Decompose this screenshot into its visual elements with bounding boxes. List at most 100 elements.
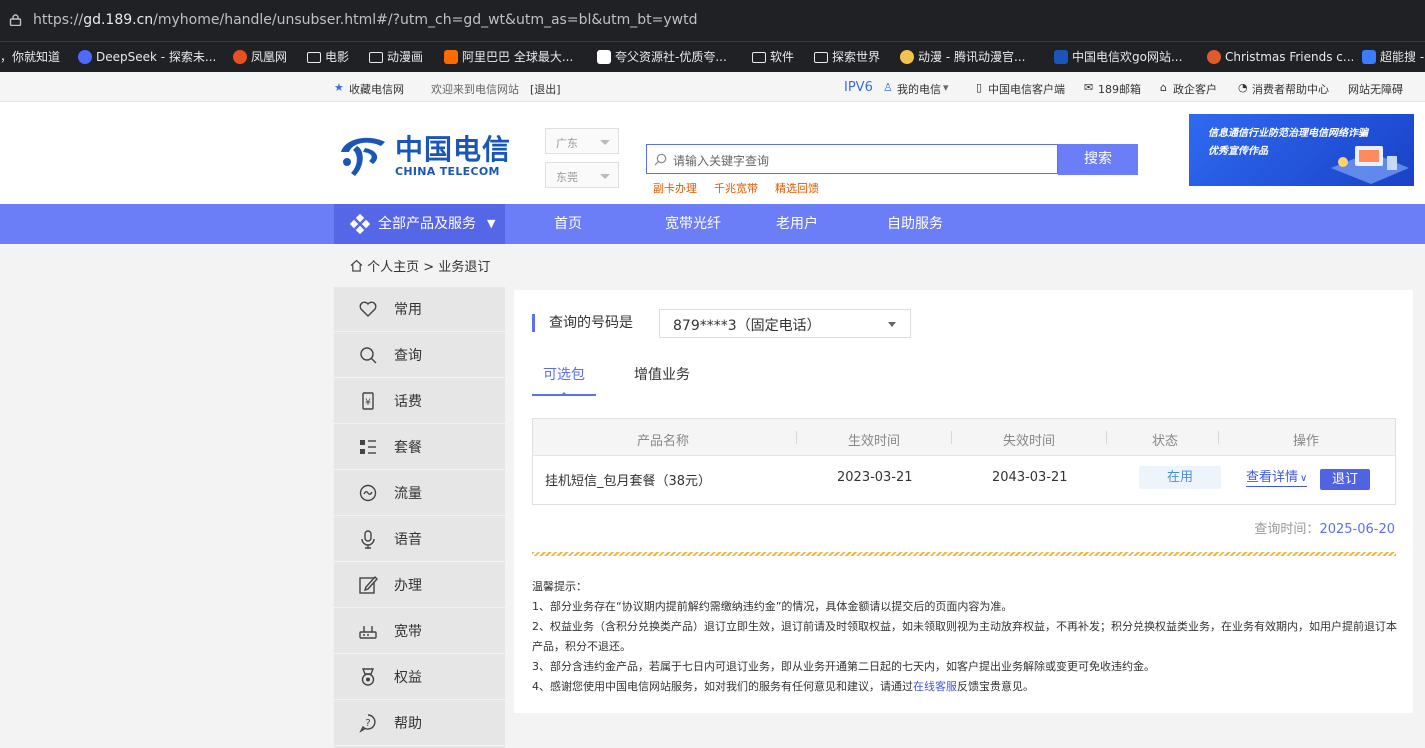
tab-value-added[interactable]: 增值业务 <box>634 364 690 384</box>
nav-home[interactable]: 首页 <box>554 204 582 244</box>
sidebar-item-data[interactable]: 流量 <box>334 471 505 516</box>
search-icon <box>360 347 377 364</box>
breadcrumb: 个人主页 > 业务退订 <box>350 256 490 275</box>
mail-link[interactable]: 189邮箱 <box>1098 81 1141 97</box>
folder-icon <box>307 51 321 63</box>
banner-illustration <box>1331 146 1409 184</box>
col-operation: 操作 <box>1293 434 1320 449</box>
status-badge: 在用 <box>1139 466 1221 489</box>
hot-link[interactable]: 精选回馈 <box>775 180 819 196</box>
all-products-label: 全部产品及服务 <box>378 216 476 232</box>
province-select[interactable]: 广东 <box>545 128 619 154</box>
package-icon <box>360 440 376 454</box>
tencent-comic-icon <box>900 50 914 64</box>
sidebar-item-label: 办理 <box>394 578 422 594</box>
view-details-link[interactable]: 查看详情 ∨ <box>1246 470 1308 487</box>
home-icon <box>350 259 363 272</box>
client-link[interactable]: 中国电信客户端 <box>988 81 1065 97</box>
nav-broadband[interactable]: 宽带光纤 <box>665 204 721 244</box>
sidebar-item-handle[interactable]: 办理 <box>334 563 505 608</box>
phone-number-select[interactable]: 879****3（固定电话） <box>659 309 911 338</box>
sidebar-item-label: 权益 <box>394 670 422 686</box>
my-telecom-menu[interactable]: 我的电信 <box>897 81 941 97</box>
folder-icon <box>814 51 828 63</box>
user-icon: ♙ <box>883 81 893 94</box>
nav-self-service[interactable]: 自助服务 <box>887 204 943 244</box>
bookmark-folder[interactable]: 动漫画 <box>369 48 423 66</box>
hot-link[interactable]: 副卡办理 <box>653 180 697 196</box>
consumer-help-link[interactable]: 消费者帮助中心 <box>1252 81 1329 97</box>
col-status: 状态 <box>1152 434 1179 449</box>
bookmark-item[interactable]: 动漫 - 腾讯动漫官... <box>900 48 1025 66</box>
end-date: 2043-03-21 <box>992 470 1068 485</box>
logo-cn: 中国电信 <box>395 132 512 166</box>
search-input[interactable]: 请输入关键字查询 <box>646 144 1058 174</box>
chevron-down-icon: ▼ <box>487 217 496 230</box>
bookmark-item[interactable]: ，你就知道 <box>0 48 60 66</box>
url-text[interactable]: https://gd.189.cn/myhome/handle/unsubser… <box>33 12 697 28</box>
nav-old-users[interactable]: 老用户 <box>776 204 818 244</box>
browser-address-bar[interactable]: https://gd.189.cn/myhome/handle/unsubser… <box>0 0 1425 42</box>
telecom-logo-icon <box>341 137 385 176</box>
folder-icon <box>752 51 766 63</box>
all-products-menu[interactable]: 全部产品及服务 ▼ <box>334 204 505 244</box>
bookmark-item[interactable]: 凤凰网 <box>233 48 287 66</box>
kuafu-icon <box>597 50 611 64</box>
edit-icon <box>359 575 378 594</box>
chevron-down-icon: ▾ <box>943 81 949 94</box>
sidebar-item-common[interactable]: 常用 <box>334 287 505 332</box>
bookmark-item[interactable]: 中国电信欢go网站... <box>1054 48 1182 66</box>
welcome-text: 欢迎来到电信网站 <box>431 83 519 96</box>
sidebar-item-label: 常用 <box>394 302 422 318</box>
logout-link[interactable]: [退出] <box>530 81 561 97</box>
sidebar-item-query[interactable]: 查询 <box>334 333 505 378</box>
ipv6-badge: IPV6 <box>844 80 873 95</box>
sidebar-item-package[interactable]: 套餐 <box>334 425 505 470</box>
bookmark-item[interactable]: 夸父资源社-优质夸... <box>597 48 727 66</box>
gov-link[interactable]: 政企客户 <box>1173 81 1217 97</box>
bookmarks-bar: ，你就知道 DeepSeek - 探索未... 凤凰网 电影 动漫画 阿里巴巴 … <box>0 42 1425 72</box>
sidebar-item-help[interactable]: ? 帮助 <box>334 701 505 746</box>
anti-fraud-banner[interactable]: 信息通信行业防范治理电信网络诈骗 优秀宣传作品 <box>1189 114 1414 186</box>
tip-item: 4、感谢您使用中国电信网站服务，如对我们的服务有任何意见和建议，请通过在线客服反… <box>532 680 1034 693</box>
bookmark-item[interactable]: 超能搜 - <box>1362 48 1424 66</box>
sidebar-item-broadband[interactable]: 宽带 <box>334 609 505 654</box>
telecom-icon <box>1054 50 1068 64</box>
breadcrumb-home[interactable]: 个人主页 <box>367 260 419 275</box>
tips-title: 温馨提示： <box>532 580 587 593</box>
chevron-down-icon: ∨ <box>1300 473 1308 484</box>
microphone-icon <box>361 530 375 549</box>
unsubscribe-button[interactable]: 退订 <box>1320 469 1370 490</box>
banner-subtitle: 优秀宣传作品 <box>1208 146 1268 157</box>
alibaba-icon <box>444 50 458 64</box>
sidebar-item-rights[interactable]: 权益 <box>334 655 505 700</box>
favorite-link[interactable]: 收藏电信网 <box>349 81 404 97</box>
bookmark-item[interactable]: DeepSeek - 探索未... <box>78 48 216 66</box>
hot-link[interactable]: 千兆宽带 <box>714 180 758 196</box>
online-service-link[interactable]: 在线客服 <box>913 680 957 693</box>
bookmark-item[interactable]: Christmas Friends c... <box>1207 48 1354 66</box>
sidebar-item-label: 流量 <box>394 486 422 502</box>
accessible-link[interactable]: 网站无障碍 <box>1348 81 1403 97</box>
bookmark-item[interactable]: 阿里巴巴 全球最大... <box>444 48 573 66</box>
bookmark-folder[interactable]: 电影 <box>307 48 349 66</box>
data-flow-icon <box>359 484 377 502</box>
sidebar-item-label: 套餐 <box>394 440 422 456</box>
sidebar-item-voice[interactable]: 语音 <box>334 517 505 562</box>
logo-en: CHINA TELECOM <box>395 164 500 178</box>
unsubscribe-panel: 查询的号码是 879****3（固定电话） 可选包 增值业务 产品名称 生效时间… <box>514 290 1413 713</box>
diamond-grid-icon <box>350 214 370 234</box>
search-button[interactable]: 搜索 <box>1058 144 1138 175</box>
sidebar-item-bill[interactable]: ¥ 话费 <box>334 379 505 424</box>
bookmark-folder[interactable]: 探索世界 <box>814 48 880 66</box>
bookmark-folder[interactable]: 软件 <box>752 48 794 66</box>
china-telecom-logo[interactable]: 中国电信 CHINA TELECOM <box>335 132 511 180</box>
divider-stripe <box>532 552 1396 556</box>
sidebar-item-label: 语音 <box>394 532 422 548</box>
city-select[interactable]: 东莞 <box>545 162 619 188</box>
tab-optional-package[interactable]: 可选包 <box>532 364 596 396</box>
start-date: 2023-03-21 <box>837 470 913 485</box>
heart-icon <box>359 301 377 317</box>
site-header: 中国电信 CHINA TELECOM 广东 东莞 请输入关键字查询 搜索 副卡办… <box>0 102 1425 204</box>
tip-item: 2、权益业务（含积分兑换类产品）退订立即生效，退订前请及时领取权益，如未领取则视… <box>532 620 1397 653</box>
